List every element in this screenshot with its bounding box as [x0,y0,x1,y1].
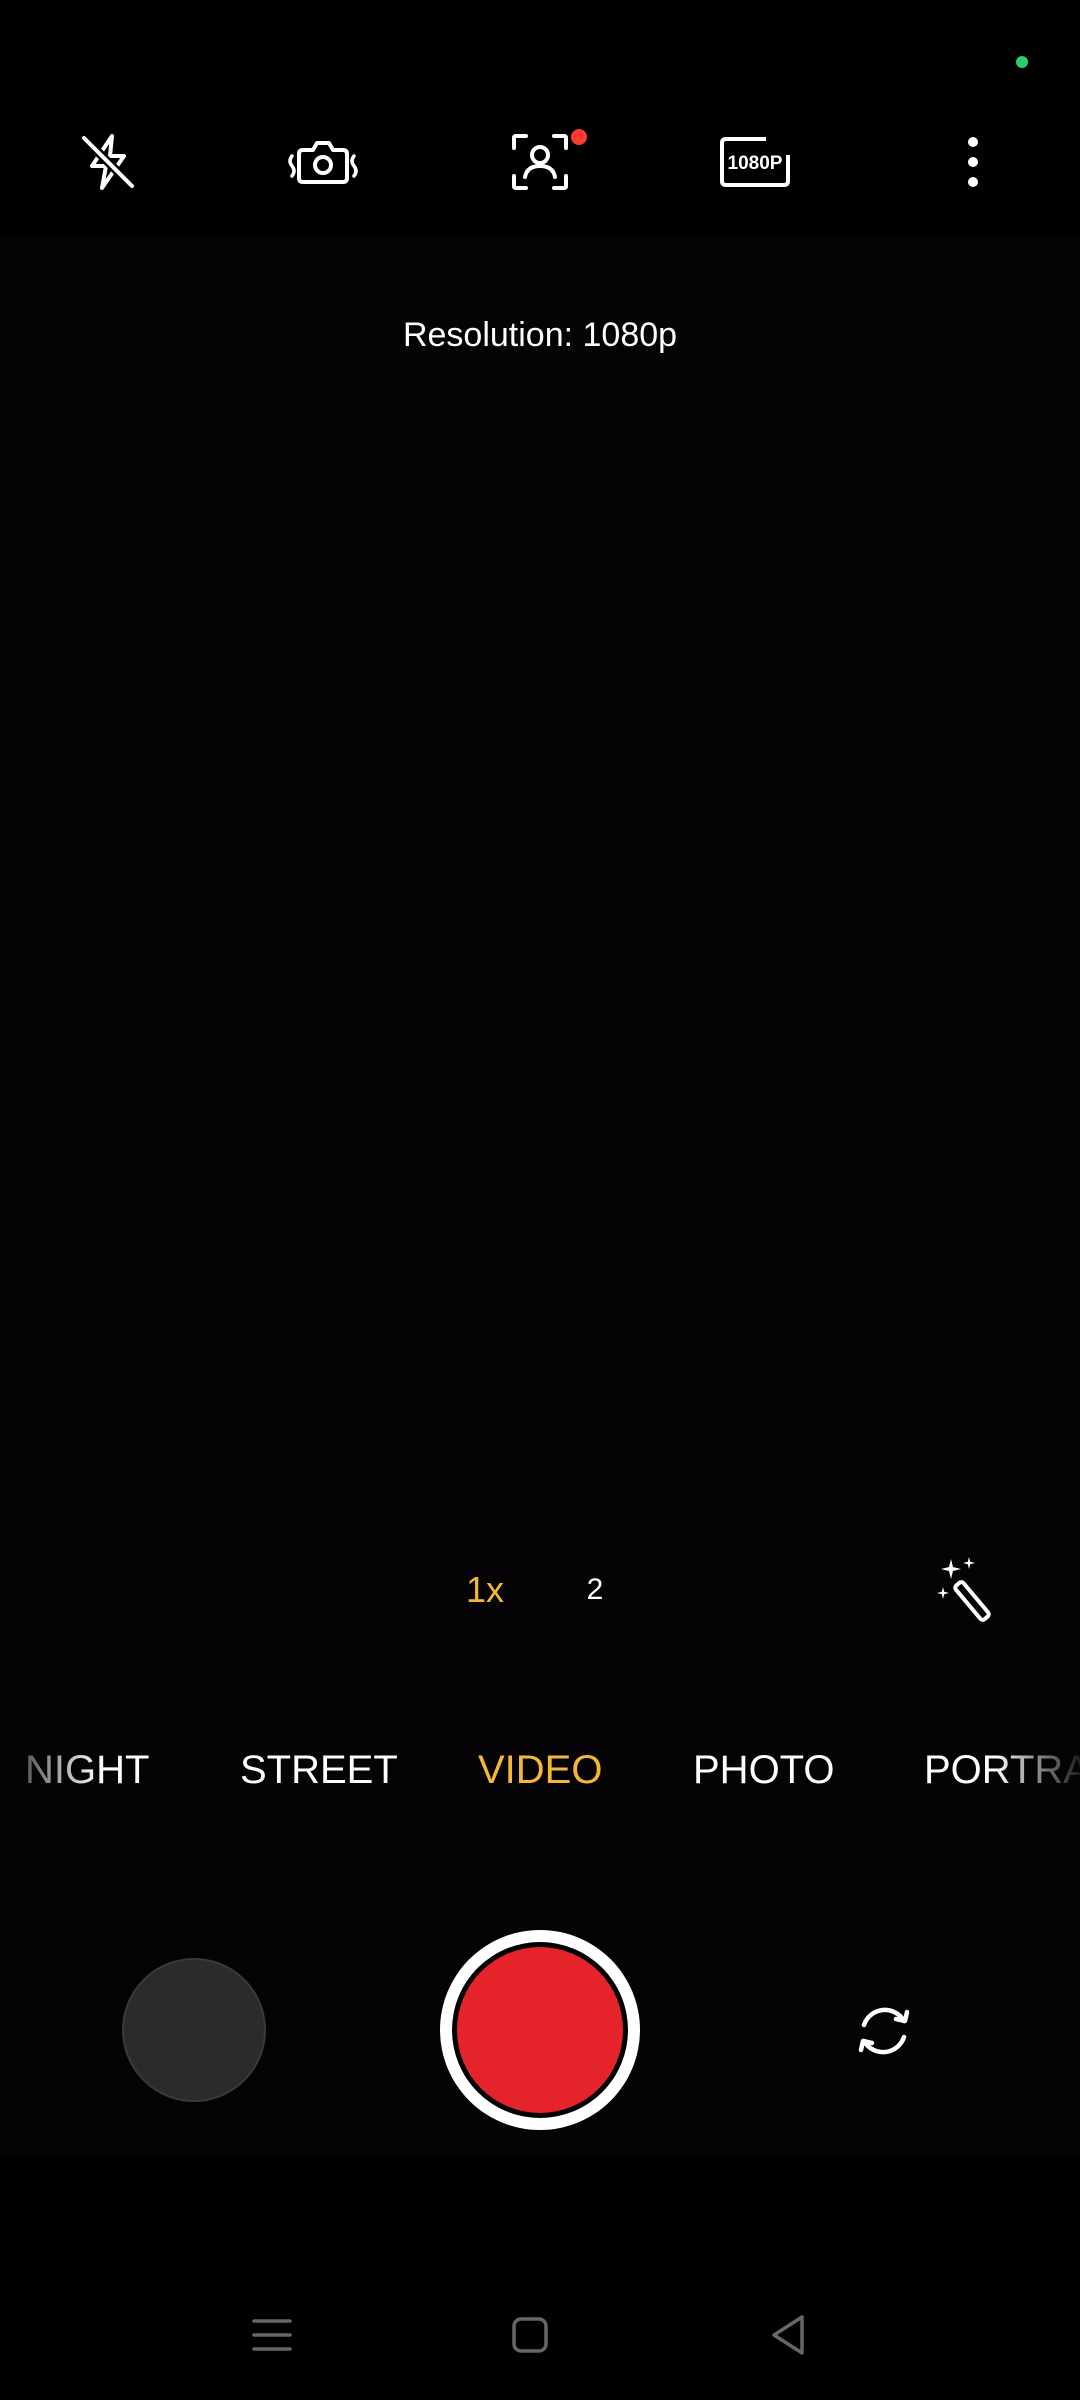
mode-street[interactable]: STREET [240,1740,398,1800]
camera-viewfinder[interactable] [0,236,1080,2156]
record-button[interactable] [440,1930,640,2130]
more-vertical-icon [968,137,978,187]
stabilization-button[interactable] [268,100,378,224]
switch-camera-icon [858,2007,910,2055]
resolution-hint: Resolution: 1080p [402,316,678,354]
resolution-label: 1080P [728,153,783,174]
more-options-button[interactable] [918,100,1028,224]
face-retouch-button[interactable] [485,100,595,224]
back-button[interactable] [743,2290,833,2380]
mode-night[interactable]: NIGHT [25,1740,149,1800]
resolution-1080p-icon: 1080P [720,135,792,187]
flash-off-icon [80,134,136,190]
back-icon [772,2315,804,2355]
mode-video[interactable]: VIDEO [478,1740,602,1800]
mode-photo[interactable]: PHOTO [693,1740,835,1800]
privacy-indicator-dot [1016,56,1028,68]
zoom-1x-button[interactable]: 1x [450,1560,520,1620]
camera-stabilization-icon [288,141,358,184]
recent-apps-button[interactable] [227,2290,317,2380]
zoom-2x-button[interactable]: 2 [560,1560,630,1620]
mode-portrait[interactable]: PORTRAIT [924,1740,1080,1800]
switch-camera-button[interactable] [848,1995,920,2067]
menu-icon [252,2319,292,2351]
gallery-thumbnail[interactable] [122,1958,266,2102]
record-button-core [457,1947,623,2113]
system-navigation-bar [0,2290,1080,2380]
home-button[interactable] [485,2290,575,2380]
magic-wand-icon [937,1557,991,1622]
mode-selector[interactable]: NIGHT STREET VIDEO PHOTO PORTRAIT [0,1740,1080,1800]
record-button-ring [452,1942,628,2118]
face-frame-icon [512,134,568,190]
resolution-button[interactable]: 1080P [700,100,810,224]
effects-button[interactable] [935,1555,1005,1625]
top-toolbar: 1080P [0,100,1080,224]
flash-toggle-button[interactable] [53,100,163,224]
home-icon [512,2317,548,2353]
notification-badge [571,129,587,145]
